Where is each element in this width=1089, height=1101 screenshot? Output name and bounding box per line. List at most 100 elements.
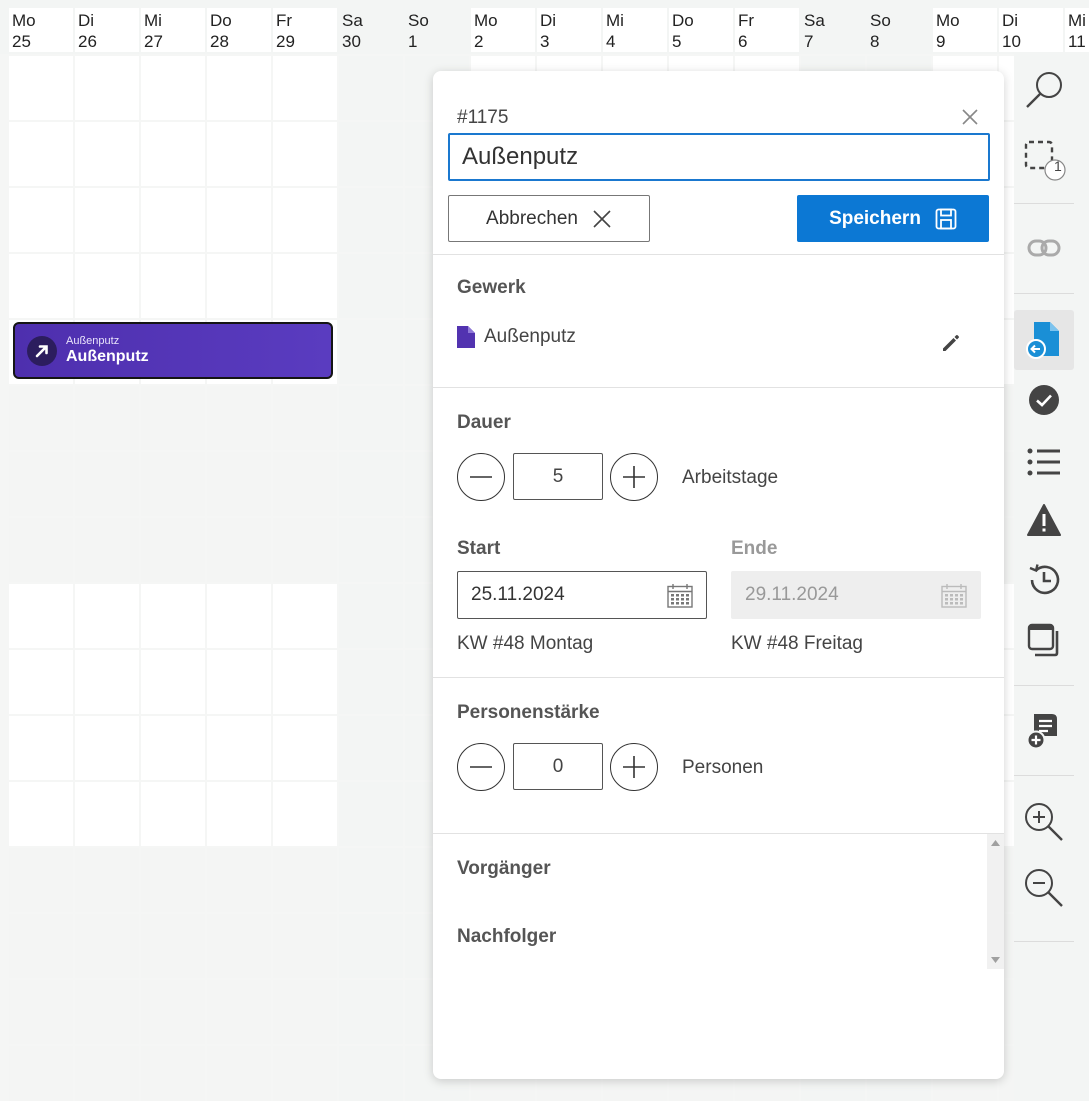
calendar-cell[interactable]: [339, 848, 403, 912]
calendar-cell[interactable]: [339, 188, 403, 252]
calendar-cell[interactable]: [9, 980, 73, 1044]
calendar-cell[interactable]: [273, 650, 337, 714]
scroll-down-arrow[interactable]: [991, 957, 1000, 963]
calendar-cell[interactable]: [75, 848, 139, 912]
calendar-cell[interactable]: [75, 914, 139, 978]
calendar-cell[interactable]: [75, 518, 139, 582]
calendar-icon[interactable]: [667, 584, 693, 608]
calendar-cell[interactable]: [141, 188, 205, 252]
dauer-decrement-button[interactable]: [457, 453, 505, 501]
calendar-cell[interactable]: [9, 188, 73, 252]
personen-input[interactable]: [513, 743, 603, 790]
calendar-cell[interactable]: [9, 848, 73, 912]
calendar-cell[interactable]: [339, 122, 403, 186]
personen-decrement-button[interactable]: [457, 743, 505, 791]
calendar-cell[interactable]: [141, 782, 205, 846]
calendar-cell[interactable]: [339, 254, 403, 318]
calendar-cell[interactable]: [9, 716, 73, 780]
calendar-cell[interactable]: [273, 980, 337, 1044]
calendar-cell[interactable]: [273, 716, 337, 780]
calendar-cell[interactable]: [207, 650, 271, 714]
task-title-input[interactable]: [448, 133, 990, 181]
calendar-cell[interactable]: [9, 386, 73, 450]
calendar-cell[interactable]: [339, 716, 403, 780]
calendar-cell[interactable]: [207, 452, 271, 516]
calendar-cell[interactable]: [9, 452, 73, 516]
save-button[interactable]: Speichern: [797, 195, 989, 242]
calendar-cell[interactable]: [75, 122, 139, 186]
calendar-cell[interactable]: [141, 56, 205, 120]
calendar-cell[interactable]: [339, 452, 403, 516]
calendar-cell[interactable]: [339, 914, 403, 978]
calendar-cell[interactable]: [9, 1046, 73, 1101]
list-icon[interactable]: [1014, 432, 1074, 492]
calendar-cell[interactable]: [141, 650, 205, 714]
calendar-cell[interactable]: [141, 914, 205, 978]
calendar-cell[interactable]: [273, 188, 337, 252]
calendar-cell[interactable]: [339, 650, 403, 714]
warning-icon[interactable]: [1014, 490, 1074, 550]
file-import-icon[interactable]: [1014, 310, 1074, 370]
calendar-cell[interactable]: [207, 1046, 271, 1101]
calendar-cell[interactable]: [9, 584, 73, 648]
calendar-cell[interactable]: [339, 518, 403, 582]
scrollbar[interactable]: [987, 834, 1004, 969]
calendar-cell[interactable]: [141, 122, 205, 186]
calendar-cell[interactable]: [207, 848, 271, 912]
calendar-cell[interactable]: [207, 716, 271, 780]
personen-increment-button[interactable]: [610, 743, 658, 791]
calendar-cell[interactable]: [141, 386, 205, 450]
calendar-cell[interactable]: [273, 848, 337, 912]
calendar-cell[interactable]: [207, 782, 271, 846]
calendar-cell[interactable]: [9, 56, 73, 120]
calendar-cell[interactable]: [75, 980, 139, 1044]
calendar-cell[interactable]: [75, 1046, 139, 1101]
calendar-cell[interactable]: [207, 386, 271, 450]
calendar-cell[interactable]: [75, 650, 139, 714]
calendar-cell[interactable]: [75, 386, 139, 450]
calendar-cell[interactable]: [75, 782, 139, 846]
calendar-cell[interactable]: [75, 584, 139, 648]
calendar-cell[interactable]: [273, 386, 337, 450]
calendar-cell[interactable]: [207, 914, 271, 978]
calendar-cell[interactable]: [207, 584, 271, 648]
calendar-cell[interactable]: [207, 254, 271, 318]
calendar-cell[interactable]: [207, 56, 271, 120]
calendar-cell[interactable]: [207, 980, 271, 1044]
calendar-cell[interactable]: [273, 254, 337, 318]
calendar-cell[interactable]: [273, 122, 337, 186]
close-icon[interactable]: [958, 105, 982, 129]
calendar-cell[interactable]: [273, 452, 337, 516]
zoom-out-icon[interactable]: [1014, 858, 1074, 918]
calendar-cell[interactable]: [9, 518, 73, 582]
calendar-cell[interactable]: [207, 122, 271, 186]
calendar-cell[interactable]: [273, 518, 337, 582]
calendar-cell[interactable]: [339, 56, 403, 120]
calendar-cell[interactable]: [75, 254, 139, 318]
calendar-cell[interactable]: [273, 782, 337, 846]
pencil-icon[interactable]: [939, 331, 965, 357]
calendar-cell[interactable]: [273, 56, 337, 120]
calendar-cell[interactable]: [339, 320, 403, 384]
calendar-cell[interactable]: [273, 914, 337, 978]
dauer-increment-button[interactable]: [610, 453, 658, 501]
calendar-cell[interactable]: [141, 716, 205, 780]
calendar-cell[interactable]: [141, 518, 205, 582]
calendar-cell[interactable]: [207, 188, 271, 252]
calendar-cell[interactable]: [273, 1046, 337, 1101]
window-stack-icon[interactable]: [1014, 610, 1074, 670]
calendar-cell[interactable]: [141, 848, 205, 912]
calendar-cell[interactable]: [9, 650, 73, 714]
selection-icon[interactable]: 1: [1014, 130, 1074, 190]
calendar-cell[interactable]: [141, 980, 205, 1044]
task-bar-aussenputz[interactable]: Außenputz Außenputz: [13, 322, 333, 379]
calendar-cell[interactable]: [207, 518, 271, 582]
scroll-up-arrow[interactable]: [991, 840, 1000, 846]
calendar-cell[interactable]: [141, 584, 205, 648]
check-circle-icon[interactable]: [1014, 370, 1074, 430]
calendar-cell[interactable]: [141, 452, 205, 516]
calendar-cell[interactable]: [75, 188, 139, 252]
zoom-in-icon[interactable]: [1014, 792, 1074, 852]
cancel-button[interactable]: Abbrechen: [448, 195, 650, 242]
calendar-cell[interactable]: [9, 782, 73, 846]
